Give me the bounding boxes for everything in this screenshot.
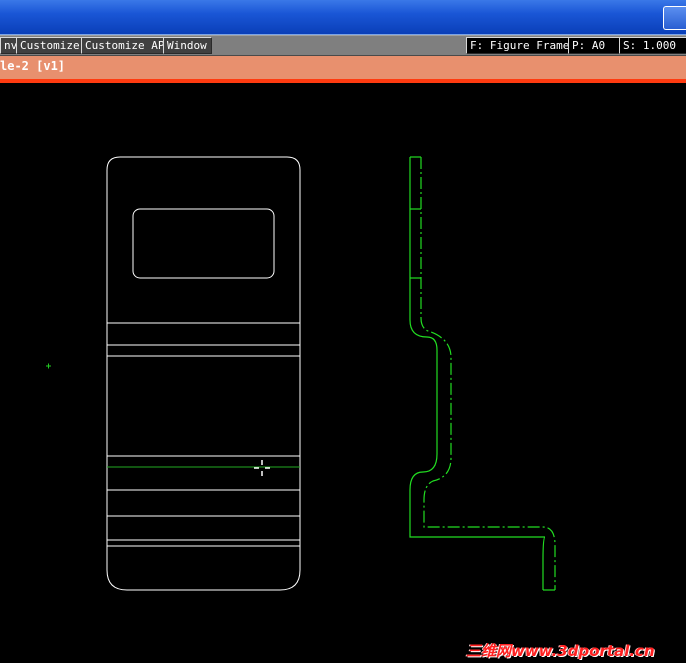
paper-size-status[interactable]: P: A0 [568,37,620,54]
profile-center-line [420,157,556,590]
viewport-title: le-2 [v1] [0,59,66,73]
side-profile [409,156,556,591]
origin-marker-icon [46,363,51,369]
window-titlebar [0,0,686,35]
menu-item-env[interactable]: nv [0,37,17,54]
menu-item-window[interactable]: Window [163,37,212,54]
scale-status[interactable]: S: 1.000 [619,37,686,54]
menu-item-customize[interactable]: Customize [16,37,83,54]
window-control-button[interactable] [663,6,686,30]
menu-item-customize-ap[interactable]: Customize AP [81,37,164,54]
menu-bar: nv Customize Customize AP Window F: Figu… [0,35,686,56]
viewport-titlebar: le-2 [v1] [0,56,686,83]
display-window [132,208,275,279]
watermark-text: 三维网www.3dportal.cn [466,642,655,660]
drawing-canvas[interactable] [0,84,686,663]
front-view-outline [106,156,301,591]
figure-frame-status[interactable]: F: Figure Frame [466,37,569,54]
profile-outer-line [409,157,546,590]
crosshair-cursor-icon [254,460,270,476]
front-view [106,156,301,591]
